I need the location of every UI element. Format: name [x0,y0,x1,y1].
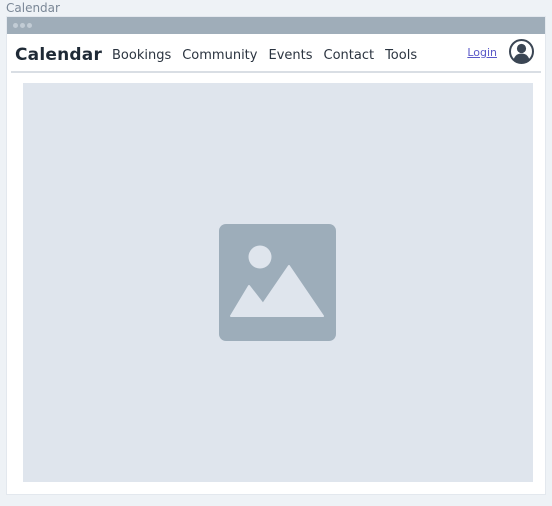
window-titlebar [7,17,545,34]
window-controls [13,23,32,28]
window-dot-icon[interactable] [27,23,32,28]
nav-link-community[interactable]: Community [182,48,257,63]
nav-link-events[interactable]: Events [268,48,312,63]
nav-link-tools[interactable]: Tools [385,48,417,63]
nav-links: Bookings Community Events Contact Tools [112,48,428,63]
window-dot-icon[interactable] [13,23,18,28]
image-placeholder-icon [219,224,336,341]
nav-link-bookings[interactable]: Bookings [112,48,171,63]
user-avatar-icon[interactable] [509,39,534,64]
login-link[interactable]: Login [467,46,497,59]
window-dot-icon[interactable] [20,23,25,28]
browser-window: Calendar Bookings Community Events Conta… [6,16,546,495]
hero-image-placeholder [23,83,533,482]
brand-logo[interactable]: Calendar [15,45,102,65]
nav-link-contact[interactable]: Contact [324,48,375,63]
top-navbar: Calendar Bookings Community Events Conta… [11,34,541,73]
page-caption: Calendar [6,1,60,15]
